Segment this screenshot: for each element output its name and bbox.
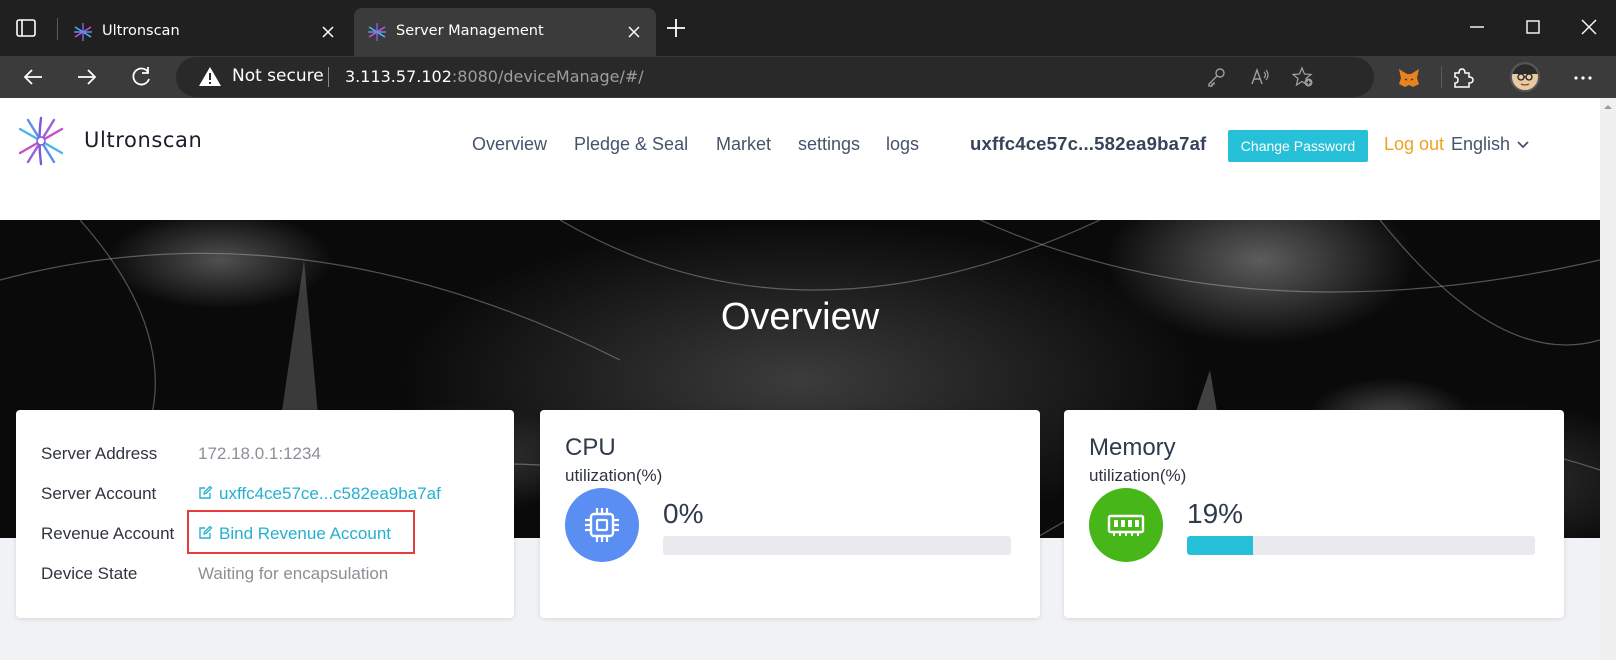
device-state-label: Device State bbox=[41, 564, 138, 583]
nav-settings[interactable]: settings bbox=[798, 134, 860, 155]
add-favorite-icon[interactable] bbox=[1292, 66, 1314, 88]
cpu-subtitle: utilization(%) bbox=[565, 466, 663, 485]
toolbar-separator bbox=[1441, 66, 1442, 88]
server-address-label: Server Address bbox=[41, 444, 158, 463]
forward-icon[interactable] bbox=[72, 62, 102, 92]
url-path: :8080/deviceManage/#/ bbox=[451, 67, 644, 86]
language-selector[interactable]: English bbox=[1451, 134, 1510, 155]
nav-logs[interactable]: logs bbox=[886, 134, 919, 155]
account-address: uxffc4ce57c...582ea9ba7af bbox=[970, 133, 1207, 154]
device-state-value: Waiting for encapsulation bbox=[198, 564, 389, 583]
memory-subtitle: utilization(%) bbox=[1089, 466, 1187, 485]
memory-title: Memory bbox=[1089, 434, 1176, 461]
page-title: Overview bbox=[720, 296, 880, 338]
read-aloud-icon[interactable] bbox=[1249, 66, 1271, 88]
divider bbox=[328, 67, 329, 87]
ultronscan-favicon bbox=[74, 23, 92, 41]
page-content: Ultronscan Overview Pledge & Seal Market… bbox=[0, 98, 1600, 660]
edit-icon bbox=[199, 485, 213, 499]
nav-market[interactable]: Market bbox=[716, 134, 771, 155]
more-options-icon[interactable] bbox=[1570, 65, 1596, 91]
extensions-icon[interactable] bbox=[1449, 65, 1475, 91]
maximize-icon[interactable] bbox=[1520, 14, 1546, 40]
cpu-icon-circle bbox=[565, 488, 639, 562]
scroll-up-arrow-icon[interactable] bbox=[1603, 102, 1613, 112]
tab-separator bbox=[57, 18, 58, 40]
browser-tab-bar: Ultronscan Server Management bbox=[0, 0, 1616, 56]
memory-progress-bar bbox=[1187, 536, 1535, 555]
avatar-image bbox=[1512, 64, 1538, 86]
brand-name[interactable]: Ultronscan bbox=[84, 128, 202, 152]
cpu-value: 0% bbox=[663, 498, 704, 529]
tab-ultronscan[interactable]: Ultronscan bbox=[60, 8, 350, 56]
cpu-progress-bar bbox=[663, 536, 1011, 555]
page-scrollbar[interactable] bbox=[1600, 98, 1616, 660]
server-account-link[interactable]: uxffc4ce57ce...c582ea9ba7af bbox=[198, 484, 441, 504]
change-password-button[interactable]: Change Password bbox=[1228, 130, 1368, 162]
url-text[interactable]: 3.113.57.102:8080/deviceManage/#/ bbox=[345, 67, 644, 86]
url-host: 3.113.57.102 bbox=[345, 67, 452, 86]
server-account-value: uxffc4ce57ce...c582ea9ba7af bbox=[219, 484, 441, 503]
profile-avatar[interactable] bbox=[1510, 62, 1540, 92]
address-bar[interactable]: Not secure 3.113.57.102:8080/deviceManag… bbox=[176, 57, 1374, 97]
back-icon[interactable] bbox=[18, 62, 48, 92]
cpu-card: CPU utilization(%) 0% bbox=[540, 410, 1040, 618]
chevron-down-icon[interactable] bbox=[1516, 138, 1530, 152]
nav-overview[interactable]: Overview bbox=[472, 134, 547, 155]
window-close-icon[interactable] bbox=[1576, 14, 1602, 40]
minimize-icon[interactable] bbox=[1464, 14, 1490, 40]
cpu-title: CPU bbox=[565, 434, 616, 461]
metamask-extension-icon[interactable] bbox=[1396, 65, 1422, 91]
key-icon[interactable] bbox=[1205, 66, 1227, 88]
logout-link[interactable]: Log out bbox=[1384, 134, 1444, 155]
tab-server-management[interactable]: Server Management bbox=[354, 8, 656, 56]
close-icon[interactable] bbox=[316, 20, 340, 44]
nav-pledge-seal[interactable]: Pledge & Seal bbox=[574, 134, 688, 155]
memory-module-icon bbox=[1107, 514, 1145, 536]
server-address-value: 172.18.0.1:1234 bbox=[198, 444, 321, 463]
memory-icon-circle bbox=[1089, 488, 1163, 562]
close-icon[interactable] bbox=[622, 20, 646, 44]
refresh-icon[interactable] bbox=[126, 62, 156, 92]
memory-progress-fill bbox=[1187, 536, 1254, 555]
tab-title: Ultronscan bbox=[102, 23, 180, 39]
memory-card: Memory utilization(%) 19% bbox=[1064, 410, 1564, 618]
ultronscan-logo[interactable] bbox=[14, 114, 68, 168]
memory-value: 19% bbox=[1187, 498, 1244, 529]
revenue-account-label: Revenue Account bbox=[41, 524, 175, 543]
warning-icon[interactable] bbox=[198, 65, 222, 89]
cpu-chip-icon bbox=[585, 508, 619, 542]
server-account-label: Server Account bbox=[41, 484, 157, 503]
ultronscan-favicon bbox=[368, 23, 386, 41]
site-header: Ultronscan Overview Pledge & Seal Market… bbox=[0, 98, 1600, 220]
highlight-box bbox=[187, 510, 415, 554]
security-label[interactable]: Not secure bbox=[232, 66, 324, 86]
tab-title: Server Management bbox=[396, 23, 544, 39]
tab-actions-icon[interactable] bbox=[14, 16, 38, 40]
browser-toolbar: Not secure 3.113.57.102:8080/deviceManag… bbox=[0, 56, 1616, 98]
server-info-card: Server Address 172.18.0.1:1234 Server Ac… bbox=[16, 410, 514, 618]
new-tab-icon[interactable] bbox=[662, 14, 690, 42]
